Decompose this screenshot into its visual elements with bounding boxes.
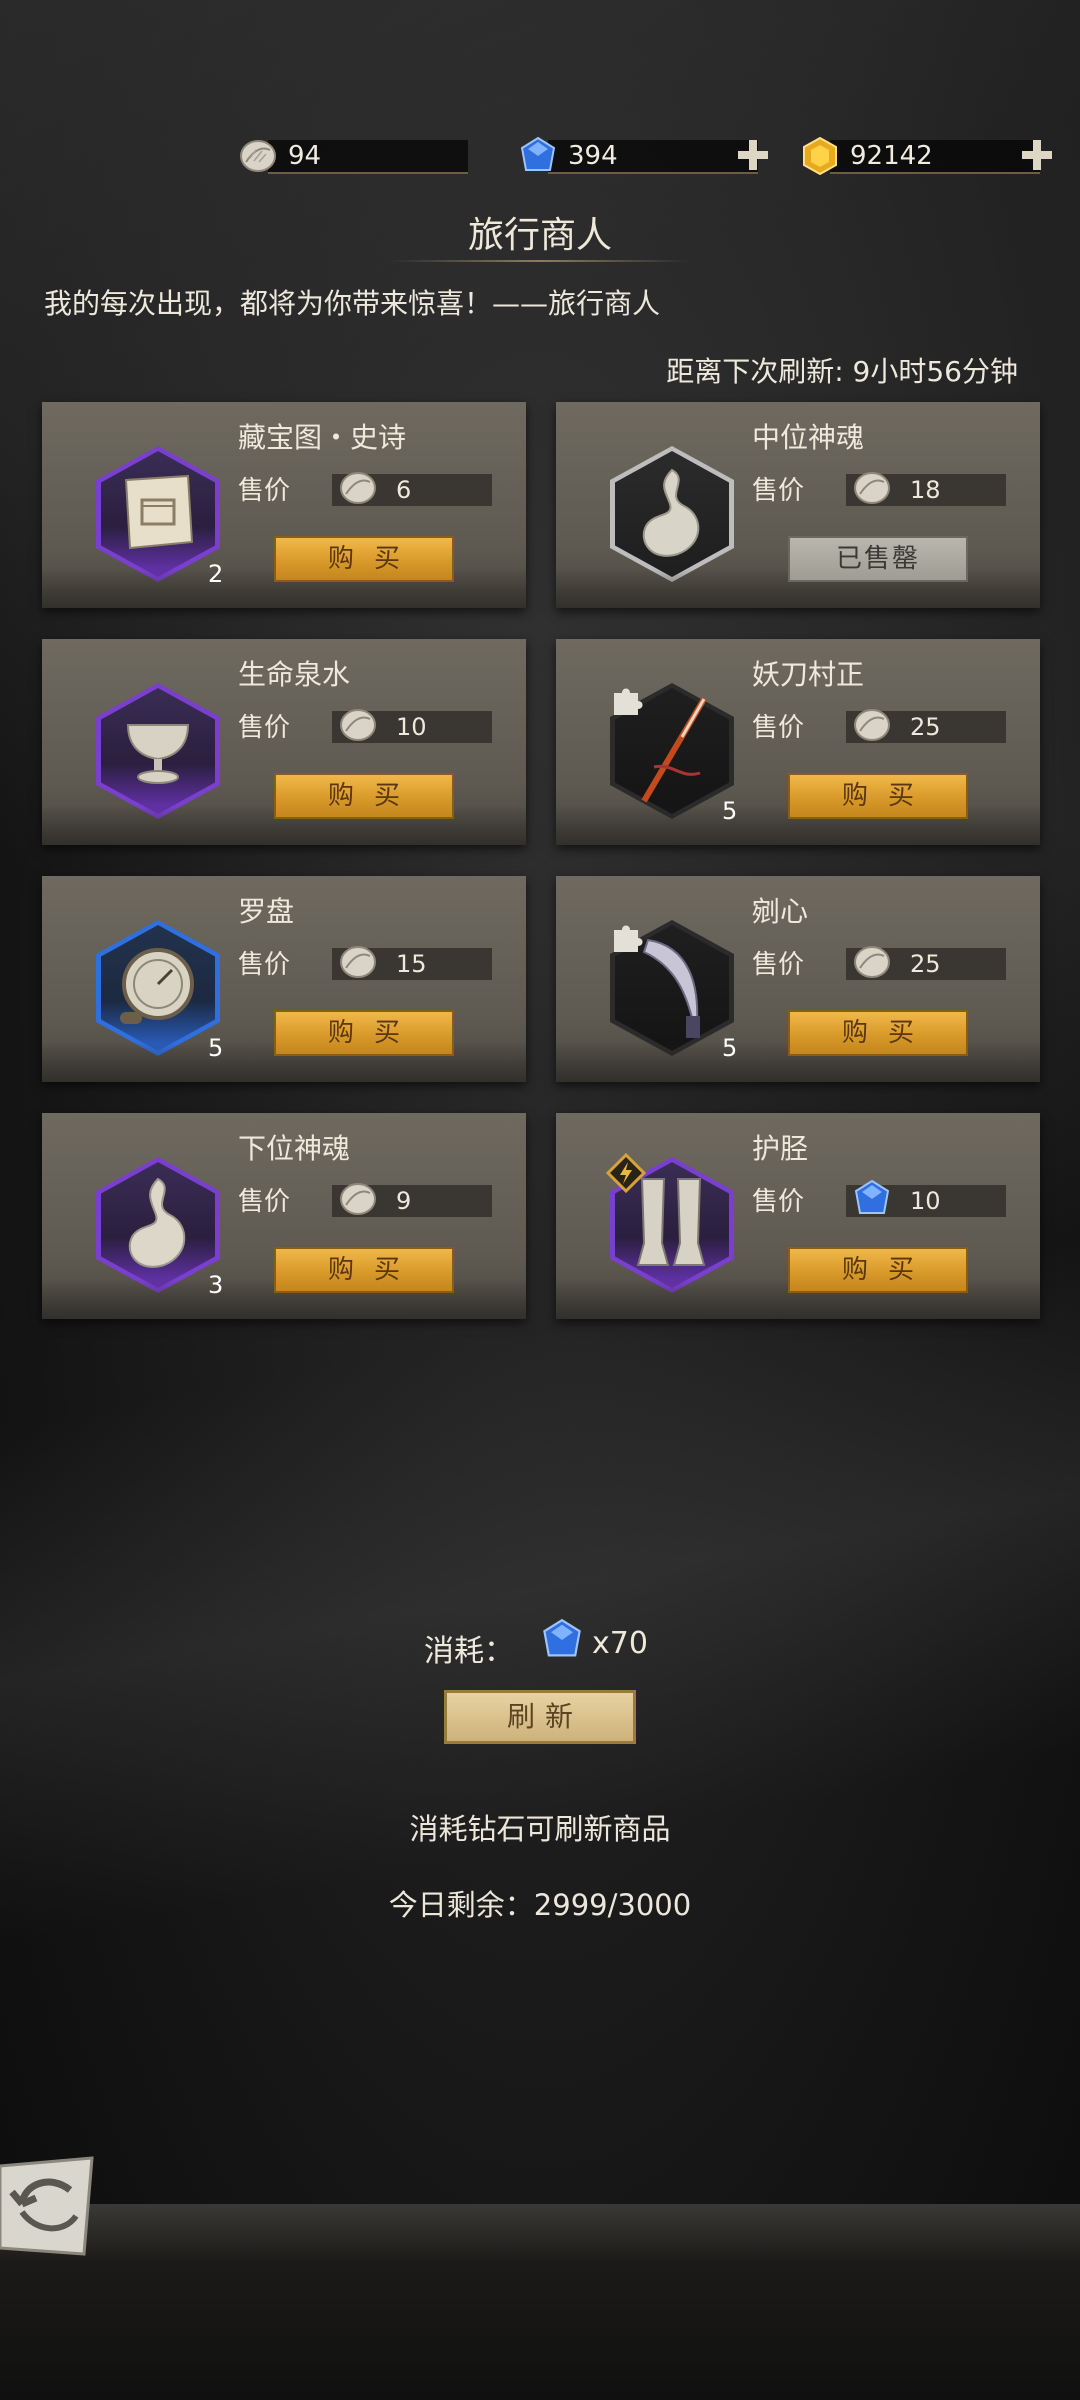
item-name: 下位神魂 <box>238 1132 351 1165</box>
leaf-coin-icon <box>854 472 890 504</box>
item-price: 15 <box>396 950 427 978</box>
item-name: 生命泉水 <box>238 658 351 691</box>
item-price: 9 <box>396 1187 412 1215</box>
item-quantity: 2 <box>208 560 224 588</box>
item-quantity: 3 <box>208 1271 224 1299</box>
refresh-cost-label: 消耗： <box>424 1634 514 1669</box>
item-name: 妖刀村正 <box>752 658 865 691</box>
item-icon-frame[interactable] <box>96 920 220 1056</box>
bottom-bar <box>0 2204 1080 2400</box>
price-label: 售价 <box>752 950 805 980</box>
item-price: 10 <box>396 713 427 741</box>
item-card: 中位神魂 售价 18 已售罄 <box>556 402 1040 608</box>
item-name: 罗盘 <box>238 895 295 928</box>
gold-gem-icon <box>803 136 837 176</box>
item-quantity: 5 <box>722 1034 738 1062</box>
currency-value: 394 <box>568 141 618 171</box>
chalice-icon <box>126 724 190 784</box>
refresh-timer: 距离下次刷新: 9小时56分钟 <box>666 355 1018 388</box>
leaf-coin-icon <box>340 946 376 978</box>
buy-button[interactable]: 购买 <box>788 773 968 819</box>
compass-icon <box>120 948 194 1024</box>
item-quantity: 5 <box>208 1034 224 1062</box>
refresh-cost-value: x70 <box>592 1626 648 1661</box>
currency-value: 92142 <box>850 141 933 171</box>
buy-button[interactable]: 购买 <box>274 536 454 582</box>
sold-out-button: 已售罄 <box>788 536 968 582</box>
refresh-button[interactable]: 刷新 <box>444 1690 636 1744</box>
currency-leaf: 94 <box>238 136 478 176</box>
spirit-flame-icon <box>642 468 700 557</box>
puzzle-piece-icon <box>614 925 643 952</box>
add-diamond-button[interactable] <box>736 138 770 172</box>
leaf-coin-icon <box>340 1183 376 1215</box>
blue-diamond-icon <box>854 1179 890 1214</box>
item-name: 护胫 <box>752 1132 809 1165</box>
add-gold-button[interactable] <box>1020 138 1054 172</box>
title-divider <box>390 260 690 262</box>
item-icon-frame[interactable] <box>610 446 734 582</box>
buy-button[interactable]: 购买 <box>274 1247 454 1293</box>
item-card: 生命泉水 售价 10 购买 <box>42 639 526 845</box>
item-price: 10 <box>910 1187 941 1215</box>
treasure-map-icon <box>124 474 194 550</box>
price-label: 售价 <box>752 1187 805 1217</box>
puzzle-piece-icon <box>614 688 643 715</box>
leaf-coin-icon <box>854 709 890 741</box>
leaf-coin-icon <box>854 946 890 978</box>
spirit-flame-icon <box>128 1177 186 1268</box>
item-icon-frame[interactable] <box>96 446 220 582</box>
refresh-remaining: 今日剩余：2999/3000 <box>388 1888 692 1922</box>
price-label: 售价 <box>238 476 291 506</box>
currency-value: 94 <box>288 141 322 171</box>
item-card: 护胫 售价 10 购买 <box>556 1113 1040 1319</box>
price-label: 售价 <box>238 713 291 743</box>
item-icon-frame[interactable] <box>96 1157 220 1293</box>
merchant-quote: 我的每次出现，都将为你带来惊喜！——旅行商人 <box>44 287 661 320</box>
item-icon-frame[interactable] <box>96 683 220 819</box>
item-price: 25 <box>910 950 941 978</box>
blue-diamond-icon <box>543 1618 581 1657</box>
currency-gold: 92142 <box>800 136 1060 176</box>
item-card: 5 剜心 售价 25 购买 <box>556 876 1040 1082</box>
leaf-coin-icon <box>340 709 376 741</box>
item-price: 18 <box>910 476 941 504</box>
buy-button[interactable]: 购买 <box>788 1247 968 1293</box>
lightning-badge-icon <box>606 1153 646 1193</box>
price-label: 售价 <box>238 950 291 980</box>
item-card: 2 藏宝图・史诗 售价 6 购买 <box>42 402 526 608</box>
buy-button[interactable]: 购买 <box>788 1010 968 1056</box>
item-quantity: 5 <box>722 797 738 825</box>
item-name: 中位神魂 <box>752 421 865 454</box>
item-name: 剜心 <box>752 895 809 928</box>
leaf-coin-icon <box>240 140 276 172</box>
item-card: 5 罗盘 售价 15 购买 <box>42 876 526 1082</box>
item-card: 5 妖刀村正 售价 25 购买 <box>556 639 1040 845</box>
buy-button[interactable]: 购买 <box>274 1010 454 1056</box>
buy-button[interactable]: 购买 <box>274 773 454 819</box>
item-name: 藏宝图・史诗 <box>238 421 407 454</box>
refresh-hint: 消耗钻石可刷新商品 <box>409 1812 671 1846</box>
price-label: 售价 <box>752 476 805 506</box>
page-title: 旅行商人 <box>467 215 612 256</box>
back-arrow-icon[interactable] <box>0 2156 96 2256</box>
price-label: 售价 <box>752 713 805 743</box>
leaf-coin-icon <box>340 472 376 504</box>
currency-diamond: 394 <box>518 136 778 176</box>
item-card: 3 下位神魂 售价 9 购买 <box>42 1113 526 1319</box>
item-price: 25 <box>910 713 941 741</box>
blue-diamond-icon <box>520 136 556 171</box>
price-label: 售价 <box>238 1187 291 1217</box>
item-price: 6 <box>396 476 412 504</box>
